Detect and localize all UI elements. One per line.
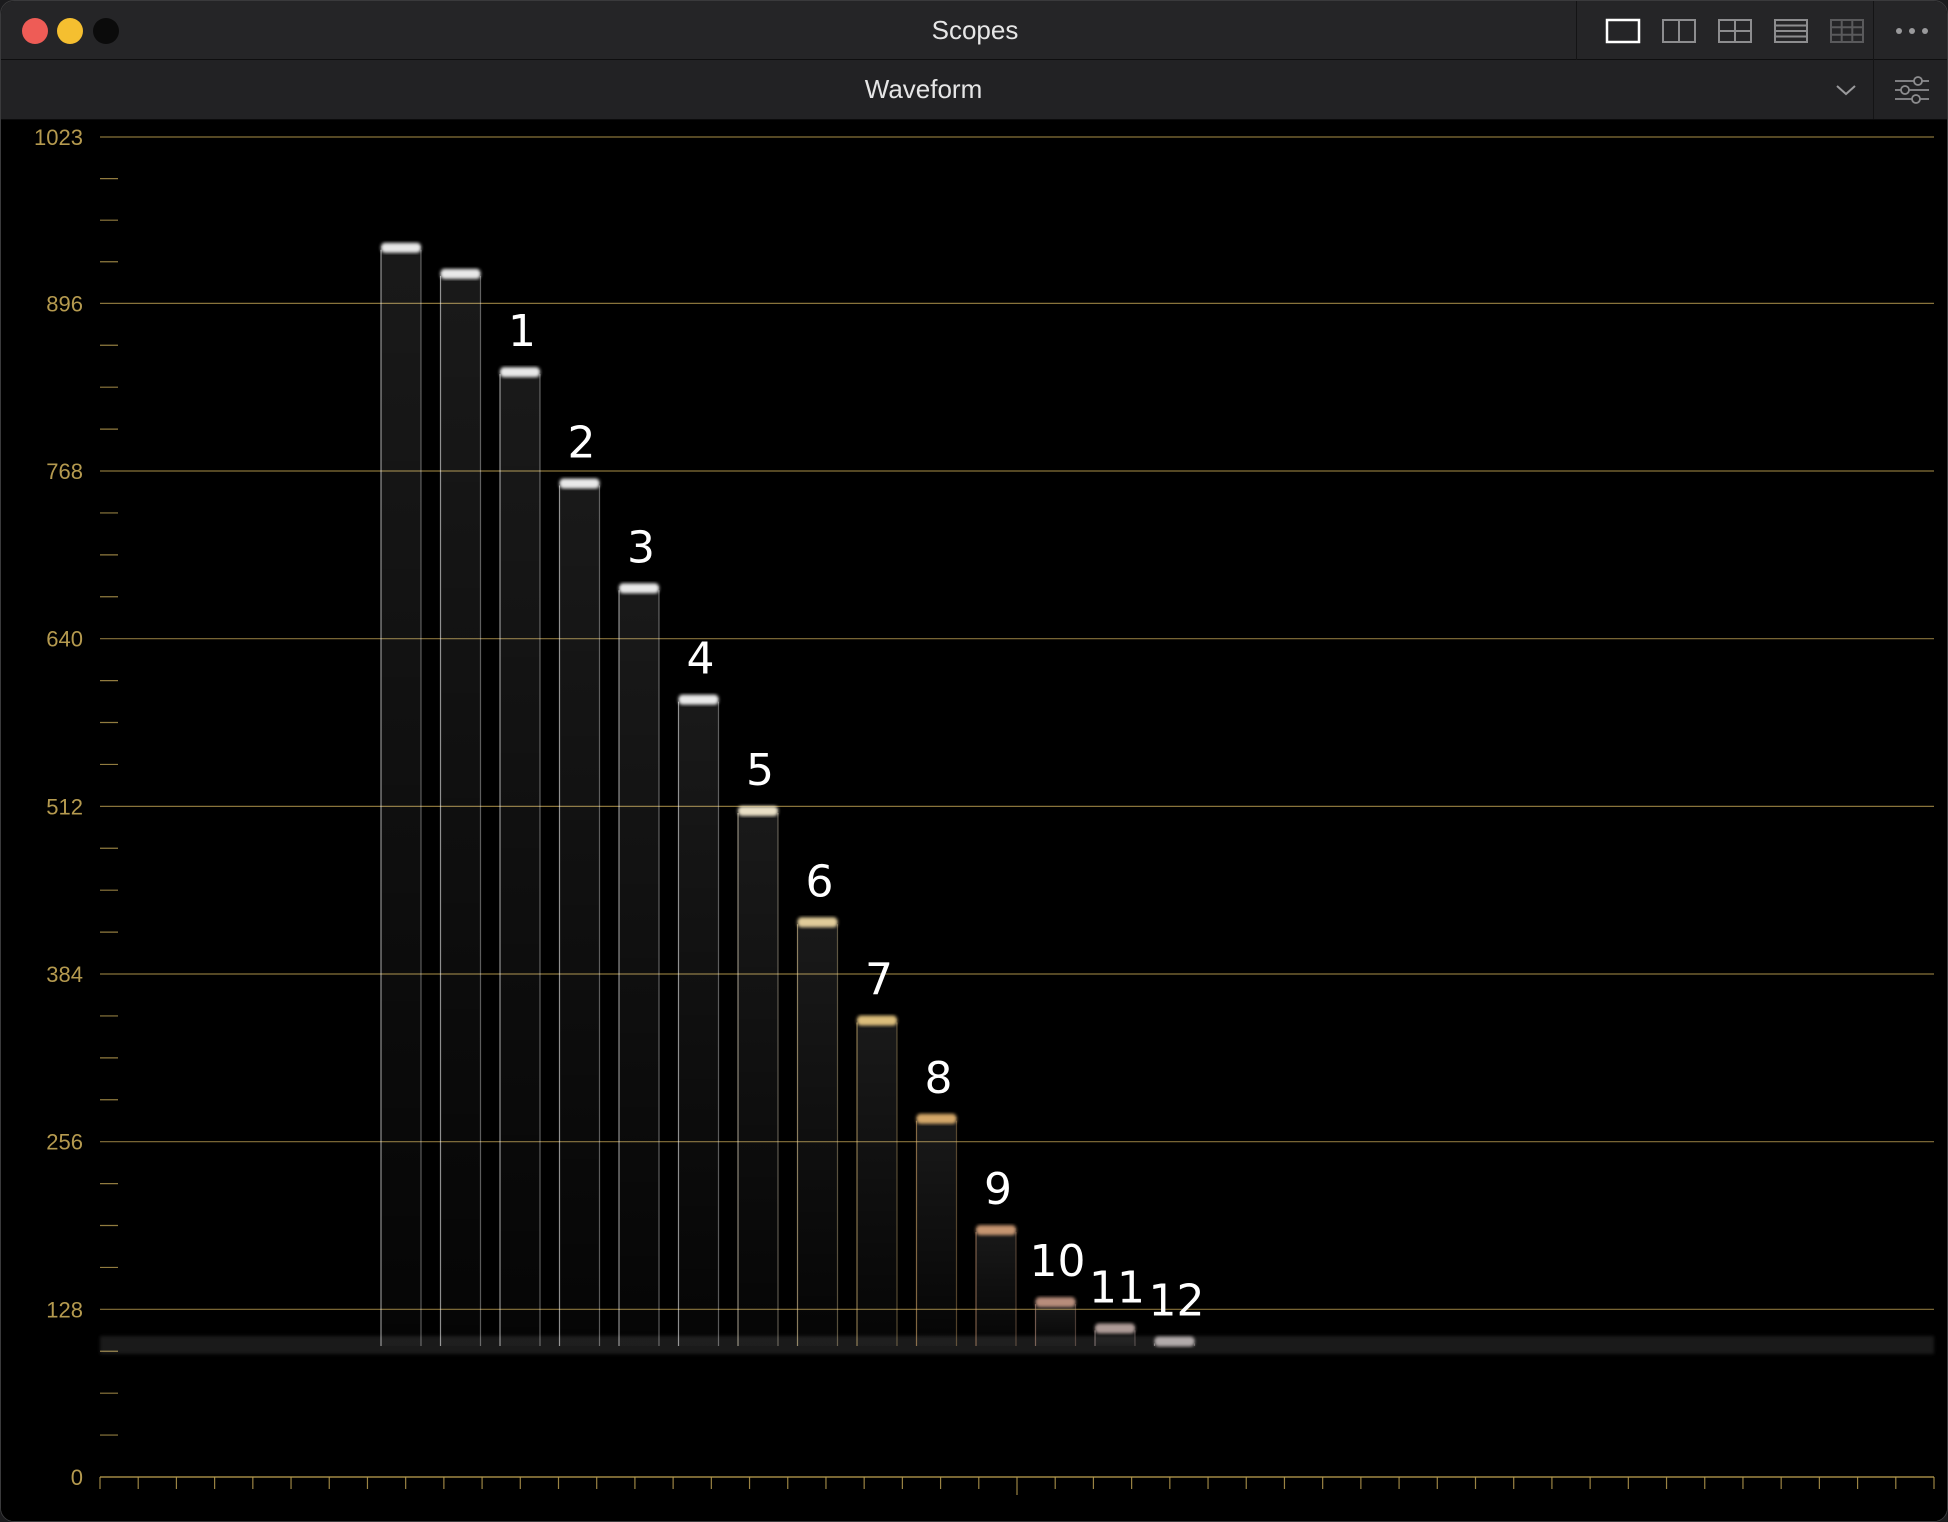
patch-body (976, 1228, 1016, 1347)
patch-top (1095, 1323, 1135, 1334)
patch-body (857, 1018, 897, 1347)
patch-top (619, 583, 659, 594)
patch-top (381, 242, 421, 253)
layout-single-button[interactable] (1605, 15, 1641, 47)
patch-label: 7 (865, 955, 893, 1006)
y-tick-label: 640 (46, 627, 83, 652)
scope-settings-button[interactable] (1873, 60, 1947, 119)
patch-body (678, 697, 719, 1347)
chevron-down-icon (1836, 85, 1856, 96)
layout-split-vertical-button[interactable] (1661, 15, 1697, 47)
patch-top (797, 917, 838, 928)
y-tick-label: 256 (46, 1130, 83, 1155)
patch-body (559, 481, 600, 1347)
minimize-button[interactable] (57, 18, 83, 44)
y-tick-label: 1023 (34, 125, 83, 150)
patch-body (381, 245, 421, 1347)
waveform-chart: 10238967686405123842561280 1234567891011… (34, 125, 1935, 1495)
scope-type-dropdown[interactable]: Waveform (1, 60, 1873, 119)
patch-top (738, 805, 778, 816)
patch-top (559, 478, 600, 489)
layout-single-icon (1605, 18, 1641, 44)
patch-body (619, 586, 659, 1347)
patch-top (500, 367, 540, 378)
layout-grid-icon (1830, 19, 1864, 43)
zoom-button[interactable] (93, 18, 119, 44)
waveform-traces (100, 242, 1934, 1355)
patch-top (916, 1113, 957, 1124)
patch-body (738, 808, 778, 1347)
more-options-button[interactable] (1886, 15, 1938, 47)
layout-grid-button[interactable] (1829, 15, 1865, 47)
patch-labels: 1234567891011 12 (508, 306, 1205, 1326)
layout-selector (1576, 1, 1874, 60)
y-tick-label: 896 (46, 291, 83, 316)
scope-type-label: Waveform (864, 74, 983, 104)
patch-top (976, 1225, 1016, 1236)
layout-rows-icon (1774, 19, 1808, 43)
patch-label: 8 (925, 1053, 953, 1104)
patch-label: 6 (806, 856, 834, 907)
close-button[interactable] (22, 18, 48, 44)
patch-label: 9 (984, 1164, 1012, 1215)
y-tick-label: 128 (46, 1297, 83, 1322)
title-bar[interactable]: Scopes (1, 1, 1947, 60)
scope-toolbar: Waveform (1, 60, 1947, 120)
y-tick-label: 768 (46, 459, 83, 484)
scopes-window: Scopes Waveform 1023 896 768 640 512 384… (0, 0, 1948, 1522)
y-tick-label: 512 (46, 794, 83, 819)
layout-quad-button[interactable] (1717, 15, 1753, 47)
patch-top (678, 694, 719, 705)
patch-top (1154, 1336, 1195, 1347)
patch-label: 12 (1149, 1275, 1205, 1326)
layout-rows-button[interactable] (1773, 15, 1809, 47)
y-tick-label: 384 (46, 962, 83, 987)
patch-label: 3 (627, 522, 655, 573)
patch-label: 10 (1030, 1236, 1086, 1287)
layout-split-vertical-icon (1662, 19, 1696, 43)
patch-label: 1 (508, 306, 536, 357)
patch-body (797, 920, 838, 1347)
patch-label: 2 (568, 417, 596, 468)
patch-top (1035, 1297, 1076, 1308)
sliders-icon (1895, 76, 1929, 104)
patch-body (440, 271, 481, 1347)
patch-label: 11 (1089, 1262, 1145, 1313)
patch-body (500, 370, 540, 1347)
layout-quad-icon (1718, 19, 1752, 43)
y-tick-label: 0 (71, 1465, 83, 1490)
patch-body (916, 1116, 957, 1347)
patch-top (440, 268, 481, 279)
patch-label: 4 (687, 634, 715, 685)
patch-label: 5 (746, 745, 774, 796)
ellipsis-icon (1896, 28, 1928, 34)
waveform-display: 1023 896 768 640 512 384 256 128 0 1 2 3 4 5 6 7 8 9 10 11… (1, 120, 1947, 1521)
patch-top (857, 1015, 897, 1026)
